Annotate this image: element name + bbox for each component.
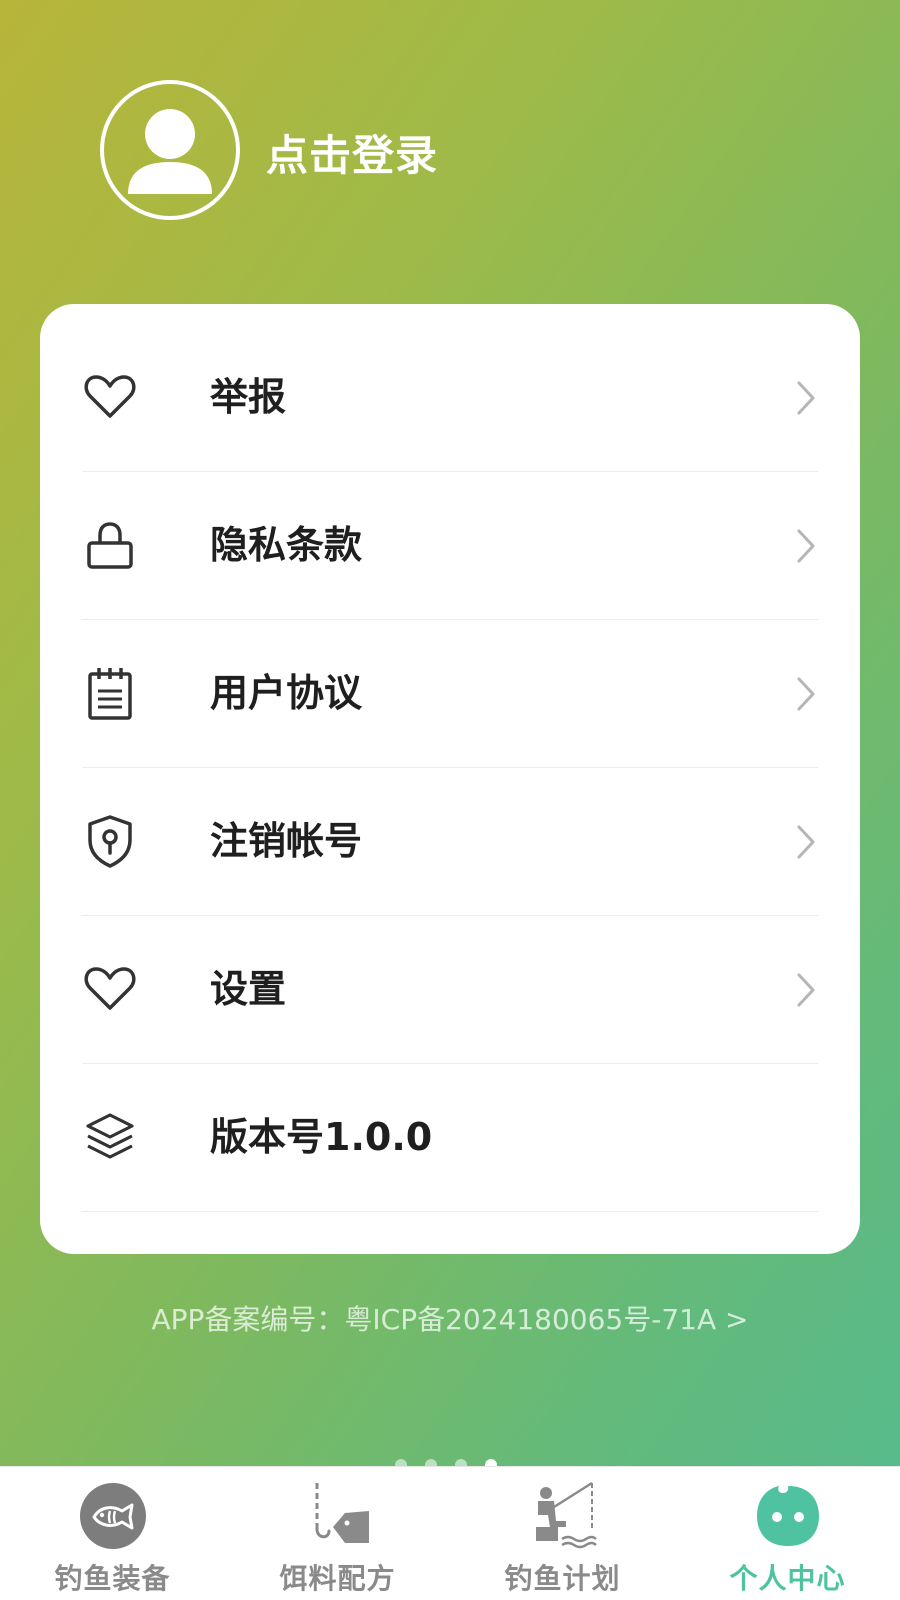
menu-item-delete-account[interactable]: 注销帐号 [82,766,818,916]
fisherman-icon [528,1481,598,1551]
profile-page: 点击登录 举报 隐私条款 用户协议 注销帐号 设置 版本号1.0.0 APP备案… [0,0,900,1600]
menu-item-label: 设置 [210,967,287,1011]
menu-item-privacy[interactable]: 隐私条款 [82,470,818,620]
chevron-right-icon [794,528,818,564]
shield-keyhole-icon [82,813,138,869]
layers-icon [82,1109,138,1165]
menu-card: 举报 隐私条款 用户协议 注销帐号 设置 版本号1.0.0 [40,304,860,1254]
tab-personal-center[interactable]: 个人中心 [675,1467,900,1600]
user-silhouette-icon [128,109,212,194]
menu-item-label: 注销帐号 [210,819,363,863]
tab-bait-recipe[interactable]: 饵料配方 [225,1467,450,1600]
hook-bait-icon [303,1481,373,1551]
chevron-right-icon [794,380,818,416]
tab-label: 个人中心 [729,1562,846,1595]
notepad-icon [82,665,138,721]
chevron-right-icon [794,676,818,712]
menu-item-report[interactable]: 举报 [82,322,818,472]
menu-item-user-agreement[interactable]: 用户协议 [82,618,818,768]
tab-label: 饵料配方 [279,1562,396,1595]
menu-item-label: 用户协议 [210,671,363,715]
chevron-right-icon [794,972,818,1008]
icp-filing-link[interactable]: APP备案编号：粤ICP备2024180065号-71A > [0,1298,900,1338]
tab-label: 钓鱼计划 [504,1562,621,1595]
tab-label: 钓鱼装备 [54,1562,171,1595]
tab-fishing-gear[interactable]: 钓鱼装备 [0,1467,225,1600]
fish-icon [78,1481,148,1551]
tab-fishing-plan[interactable]: 钓鱼计划 [450,1467,675,1600]
heart-icon [82,369,138,425]
bottom-tab-bar: 钓鱼装备 饵料配方 钓鱼计划 个人中心 [0,1466,900,1600]
login-link[interactable]: 点击登录 [266,122,438,183]
chevron-right-icon [794,824,818,860]
menu-item-version: 版本号1.0.0 [82,1062,818,1212]
menu-item-label: 举报 [210,375,287,419]
lock-icon [82,517,138,573]
menu-item-settings[interactable]: 设置 [82,914,818,1064]
smiley-face-icon [753,1481,823,1551]
avatar[interactable] [100,80,240,220]
heart-icon [82,961,138,1017]
version-label: 版本号1.0.0 [210,1115,433,1159]
menu-item-label: 隐私条款 [210,523,363,567]
